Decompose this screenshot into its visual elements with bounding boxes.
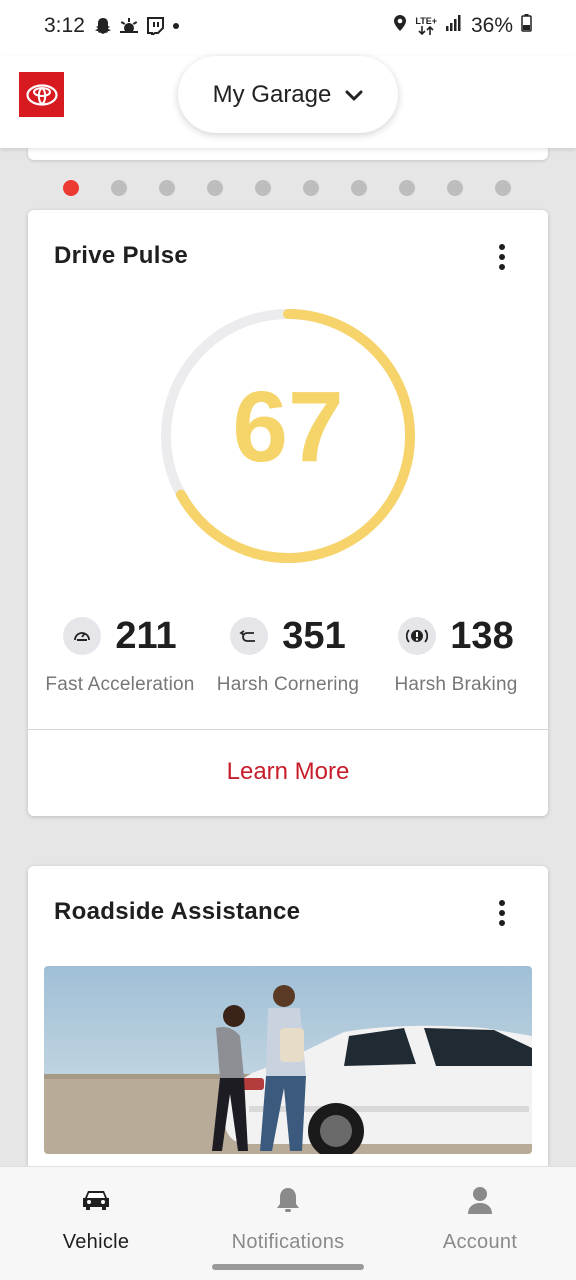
- card-title: Drive Pulse: [54, 242, 189, 269]
- pager-dot[interactable]: [351, 180, 367, 196]
- signal-icon: [445, 14, 463, 38]
- chevron-down-icon: [345, 81, 363, 109]
- twitch-icon: [146, 17, 164, 40]
- nav-label: Notifications: [231, 1231, 345, 1253]
- bottom-navigation: Vehicle Notifications Account: [0, 1166, 576, 1280]
- pager-dot[interactable]: [495, 180, 511, 196]
- battery-icon: [521, 14, 532, 38]
- metric-label: Harsh Cornering: [216, 674, 360, 695]
- card-divider: [28, 729, 548, 730]
- car-icon: [79, 1185, 113, 1215]
- home-indicator[interactable]: [212, 1264, 364, 1270]
- carousel-pager: [63, 180, 511, 196]
- status-bar: 3:12 LTE+ 36%: [0, 0, 576, 56]
- roadside-hero-image[interactable]: [44, 966, 532, 1154]
- metric-value: 351: [282, 614, 346, 657]
- metric-label: Harsh Braking: [394, 674, 518, 695]
- weather-icon: [119, 17, 139, 40]
- my-garage-dropdown[interactable]: My Garage: [178, 56, 398, 133]
- pager-dot[interactable]: [255, 180, 271, 196]
- roadside-assistance-card: Roadside Assistance: [28, 866, 548, 1196]
- harsh-cornering-icon: [230, 617, 269, 655]
- nav-label: Account: [442, 1231, 518, 1253]
- app-header: My Garage: [0, 56, 576, 148]
- pager-dot[interactable]: [63, 180, 79, 196]
- battery-text: 36%: [470, 14, 513, 37]
- bell-icon: [271, 1185, 305, 1215]
- nav-vehicle[interactable]: Vehicle: [0, 1185, 192, 1254]
- pager-dot[interactable]: [447, 180, 463, 196]
- pager-dot[interactable]: [207, 180, 223, 196]
- pager-dot[interactable]: [111, 180, 127, 196]
- snapchat-icon: [94, 17, 112, 40]
- metric-value: 138: [450, 614, 514, 657]
- location-icon: [393, 14, 407, 38]
- metrics-row: 211 Fast Acceleration 351 Harsh Cornerin…: [28, 614, 548, 696]
- metric-fast-acceleration: 211 Fast Acceleration: [36, 614, 204, 696]
- garage-label: My Garage: [212, 80, 332, 108]
- harsh-braking-icon: [398, 617, 437, 655]
- person-icon: [463, 1185, 497, 1215]
- pager-dot[interactable]: [399, 180, 415, 196]
- learn-more-link[interactable]: Learn More: [28, 758, 548, 786]
- metric-harsh-cornering: 351 Harsh Cornering: [204, 614, 372, 696]
- network-label: LTE+: [415, 16, 437, 26]
- metric-label: Fast Acceleration: [45, 674, 195, 695]
- metric-harsh-braking: 138 Harsh Braking: [372, 614, 540, 696]
- nav-account[interactable]: Account: [384, 1185, 576, 1254]
- drive-pulse-card: Drive Pulse 67 211 Fast Acceleration 351…: [28, 210, 548, 816]
- more-options-icon[interactable]: [492, 242, 512, 272]
- status-right-group: LTE+ 36%: [393, 14, 532, 38]
- toyota-logo[interactable]: [19, 72, 64, 117]
- status-time: 3:12: [44, 14, 85, 37]
- card-title: Roadside Assistance: [54, 898, 301, 925]
- nav-notifications[interactable]: Notifications: [192, 1185, 384, 1254]
- fast-acceleration-icon: [63, 617, 102, 655]
- drive-score: 67: [232, 371, 344, 483]
- status-left-icons: [94, 17, 181, 40]
- dot-icon: [171, 17, 181, 40]
- metric-value: 211: [115, 614, 177, 657]
- more-options-icon[interactable]: [492, 898, 512, 928]
- nav-label: Vehicle: [62, 1231, 130, 1253]
- pager-dot[interactable]: [159, 180, 175, 196]
- pager-dot[interactable]: [303, 180, 319, 196]
- lte-icon: LTE+: [415, 17, 437, 35]
